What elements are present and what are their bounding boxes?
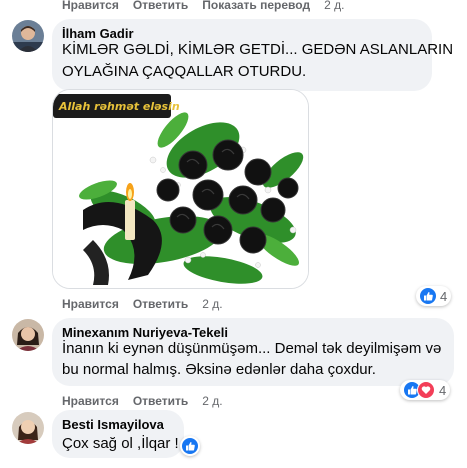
reaction-summary[interactable]: 4 [416, 286, 452, 306]
avatar-image [12, 412, 44, 444]
avatar[interactable] [12, 319, 44, 351]
reply-link[interactable]: Ответить [133, 297, 188, 311]
translate-link[interactable]: Показать перевод [202, 0, 310, 12]
comment-image[interactable]: Allah rəhmət eləsin [52, 89, 309, 289]
comment-bubble: İlham Gadir KİMLƏR GƏLDİ, KİMLƏR GETDİ..… [52, 19, 453, 91]
timestamp[interactable]: 2 д. [202, 297, 222, 311]
comment-text-line: OYLAĞINA ÇAQQALLAR OTURDU. [62, 63, 307, 80]
avatar[interactable] [12, 412, 44, 444]
reaction-count: 4 [440, 288, 448, 304]
top-actions: Нравится Ответить Показать перевод 2 д. [62, 0, 344, 12]
reply-link[interactable]: Ответить [133, 0, 188, 12]
like-reaction-icon [420, 288, 436, 304]
comment-author[interactable]: Besti Ismayilova [62, 417, 164, 432]
like-link[interactable]: Нравится [62, 394, 119, 408]
comment-bubble: Besti Ismayilova Çox sağ ol ,İlqar ! [52, 410, 184, 458]
comment-text-line: İnanın ki eynən düşünmüşəm... Deməl tək … [62, 340, 442, 357]
love-reaction-icon [417, 381, 435, 399]
like-link[interactable]: Нравится [62, 0, 119, 12]
reaction-count: 4 [439, 382, 447, 398]
comment-text-line: KİMLƏR GƏLDİ, KİMLƏR GETDİ... GEDƏN ASLA… [62, 41, 454, 58]
image-caption: Allah rəhmət eləsin [59, 100, 180, 113]
timestamp[interactable]: 2 д. [324, 0, 344, 12]
like-reaction-icon [182, 438, 198, 454]
flower-bouquet-image [53, 90, 308, 288]
avatar[interactable] [12, 20, 44, 52]
comment-author[interactable]: İlham Gadir [62, 26, 134, 41]
reaction-summary[interactable] [180, 436, 200, 456]
comment-author[interactable]: Minexanım Nuriyeva-Tekeli [62, 325, 228, 340]
reaction-summary[interactable]: 4 [400, 380, 451, 400]
like-link[interactable]: Нравится [62, 297, 119, 311]
comment-actions: Нравится Ответить 2 д. [62, 297, 223, 311]
comment-text-line: bu normal halmış. Əksinə edənlər daha ço… [62, 361, 376, 378]
avatar-image [12, 319, 44, 351]
avatar-image [12, 20, 44, 52]
comment-text-line: Çox sağ ol ,İlqar ! [62, 435, 179, 452]
comment-bubble: Minexanım Nuriyeva-Tekeli İnanın ki eynə… [52, 318, 454, 386]
reply-link[interactable]: Ответить [133, 394, 188, 408]
timestamp[interactable]: 2 д. [202, 394, 222, 408]
comment-actions: Нравится Ответить 2 д. [62, 394, 223, 408]
